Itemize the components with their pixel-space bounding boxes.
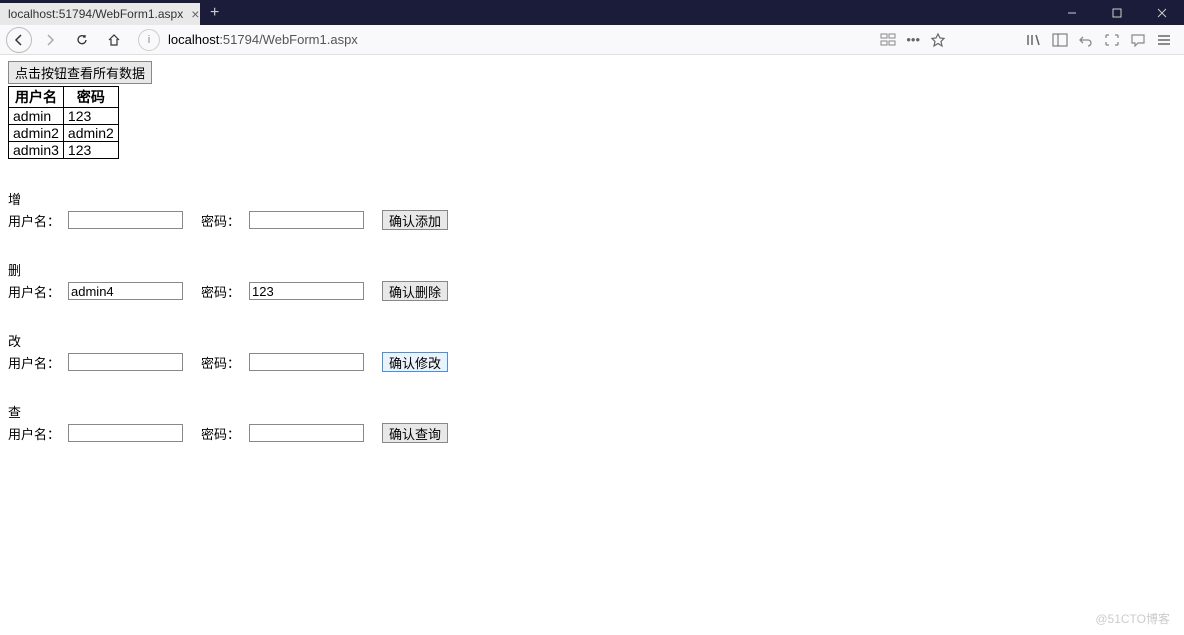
delete-password-input[interactable] xyxy=(249,282,364,300)
maximize-button[interactable] xyxy=(1094,0,1139,25)
minimize-button[interactable] xyxy=(1049,0,1094,25)
section-query: 查 用户名： 密码： 确认查询 xyxy=(8,402,1176,443)
watermark: @51CTO博客 xyxy=(1095,610,1170,627)
home-button[interactable] xyxy=(100,26,128,54)
new-tab-button[interactable]: + xyxy=(200,4,229,22)
bookmark-star-icon[interactable] xyxy=(930,32,946,48)
tab-strip: localhost:51794/WebForm1.aspx × + xyxy=(0,0,229,25)
page-content: 点击按钮查看所有数据 用户名 密码 admin 123 admin2 admin… xyxy=(0,55,1184,449)
browser-tab-active[interactable]: localhost:51794/WebForm1.aspx × xyxy=(0,3,200,25)
update-username-input[interactable] xyxy=(68,353,183,371)
close-window-button[interactable] xyxy=(1139,0,1184,25)
add-confirm-button[interactable]: 确认添加 xyxy=(382,210,448,230)
section-update: 改 用户名： 密码： 确认修改 xyxy=(8,331,1176,372)
label-username: 用户名： xyxy=(8,211,60,230)
data-table: 用户名 密码 admin 123 admin2 admin2 admin3 12… xyxy=(8,86,119,159)
label-username: 用户名： xyxy=(8,282,60,301)
browser-toolbar: i localhost:51794/WebForm1.aspx ••• xyxy=(0,25,1184,55)
section-delete: 删 用户名： 密码： 确认删除 xyxy=(8,260,1176,301)
library-icon[interactable] xyxy=(1026,33,1042,47)
address-bar[interactable]: i localhost:51794/WebForm1.aspx xyxy=(138,29,870,51)
query-password-input[interactable] xyxy=(249,424,364,442)
reader-icon[interactable] xyxy=(880,33,896,47)
window-titlebar: localhost:51794/WebForm1.aspx × + xyxy=(0,0,1184,25)
back-button[interactable] xyxy=(6,27,32,53)
section-title-query: 查 xyxy=(8,402,1176,421)
window-controls xyxy=(1049,0,1184,25)
update-confirm-button[interactable]: 确认修改 xyxy=(382,352,448,372)
close-tab-icon[interactable]: × xyxy=(191,6,199,22)
label-password: 密码： xyxy=(201,211,241,230)
label-password: 密码： xyxy=(201,282,241,301)
reload-button[interactable] xyxy=(68,26,96,54)
label-username: 用户名： xyxy=(8,353,60,372)
table-row: admin2 admin2 xyxy=(9,125,119,142)
label-username: 用户名： xyxy=(8,424,60,443)
section-add: 增 用户名： 密码： 确认添加 xyxy=(8,189,1176,230)
menu-icon[interactable] xyxy=(1156,33,1172,47)
url-text: localhost:51794/WebForm1.aspx xyxy=(168,32,358,47)
update-password-input[interactable] xyxy=(249,353,364,371)
section-title-update: 改 xyxy=(8,331,1176,350)
toolbar-right: ••• xyxy=(880,32,1178,48)
view-all-button[interactable]: 点击按钮查看所有数据 xyxy=(8,61,152,84)
delete-confirm-button[interactable]: 确认删除 xyxy=(382,281,448,301)
th-password: 密码 xyxy=(63,87,118,108)
tab-title: localhost:51794/WebForm1.aspx xyxy=(8,7,183,21)
info-icon[interactable]: i xyxy=(138,29,160,51)
add-username-input[interactable] xyxy=(68,211,183,229)
th-username: 用户名 xyxy=(9,87,64,108)
table-header-row: 用户名 密码 xyxy=(9,87,119,108)
add-password-input[interactable] xyxy=(249,211,364,229)
label-password: 密码： xyxy=(201,353,241,372)
chat-icon[interactable] xyxy=(1130,33,1146,47)
delete-username-input[interactable] xyxy=(68,282,183,300)
table-row: admin 123 xyxy=(9,108,119,125)
section-title-add: 增 xyxy=(8,189,1176,208)
query-username-input[interactable] xyxy=(68,424,183,442)
section-title-delete: 删 xyxy=(8,260,1176,279)
query-confirm-button[interactable]: 确认查询 xyxy=(382,423,448,443)
undo-icon[interactable] xyxy=(1078,33,1094,47)
label-password: 密码： xyxy=(201,424,241,443)
table-row: admin3 123 xyxy=(9,142,119,159)
more-icon[interactable]: ••• xyxy=(906,32,920,47)
screenshot-icon[interactable] xyxy=(1104,33,1120,47)
sidebar-icon[interactable] xyxy=(1052,33,1068,47)
forward-button[interactable] xyxy=(36,26,64,54)
